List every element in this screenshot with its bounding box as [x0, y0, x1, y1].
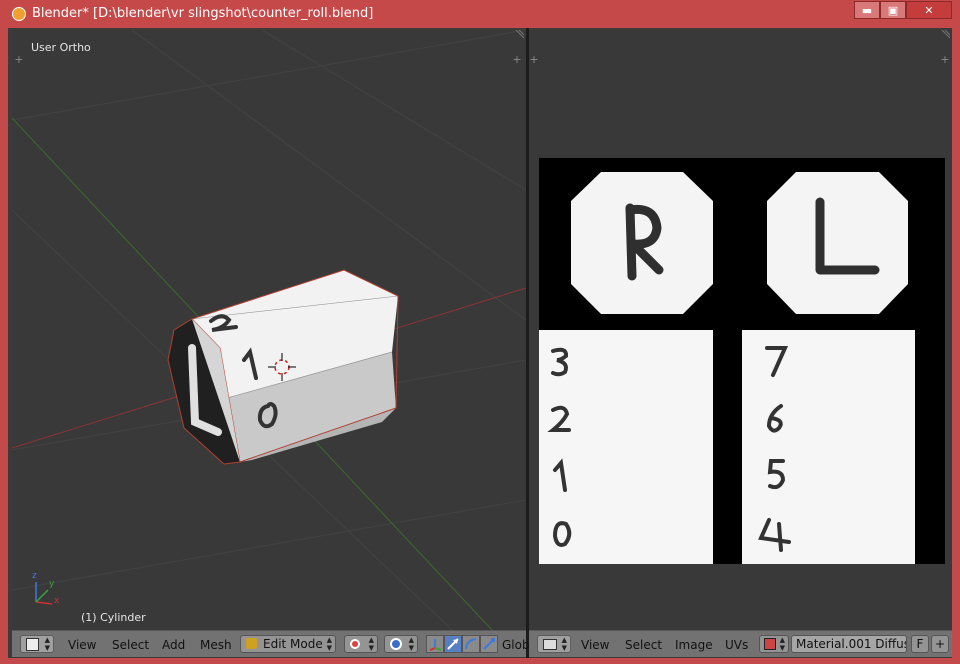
gizmo-y-label: y: [49, 579, 55, 589]
maximize-button[interactable]: ▣: [880, 1, 906, 19]
arrow-icon: [447, 638, 459, 650]
rotate-arc-icon: [465, 638, 477, 650]
uv-menu-select[interactable]: Select: [625, 638, 662, 652]
menu-select[interactable]: Select: [112, 638, 149, 652]
manipulator-toggle-button[interactable]: [426, 635, 444, 653]
scale-icon: [483, 638, 495, 650]
image-name-label: Material.001 Diffus...: [796, 637, 906, 651]
chevron-updown-icon: ▲ ▼: [561, 636, 567, 652]
uv-menu-view[interactable]: View: [581, 638, 609, 652]
chevron-updown-icon: ▲ ▼: [408, 636, 414, 652]
object-label: (1) Cylinder: [81, 611, 146, 624]
right-number-panel: [742, 330, 915, 564]
image-browse-icon: [764, 638, 776, 650]
3d-viewport[interactable]: z x y User Ortho (1) Cylinder + +: [12, 30, 526, 630]
chevron-updown-icon: ▲ ▼: [326, 636, 332, 652]
menu-add[interactable]: Add: [162, 638, 185, 652]
l-emblem-octagon: [767, 172, 908, 314]
gizmo-z-label: z: [32, 571, 37, 581]
mode-select[interactable]: Edit Mode ▲ ▼: [240, 635, 336, 653]
uv-editor-type-button[interactable]: ▲ ▼: [537, 635, 571, 653]
pivot-icon: [350, 639, 360, 649]
window-controls: ▬ ▣ ✕: [854, 1, 952, 20]
area-split-corner-icon[interactable]: [514, 30, 524, 40]
gizmo-x-label: x: [54, 596, 60, 606]
uv-editor-header: ▲ ▼ View Select Image UVs ▲ ▼ Material.001…: [529, 630, 952, 657]
shading-select[interactable]: ▲ ▼: [384, 635, 418, 653]
close-button[interactable]: ✕: [906, 1, 952, 19]
chevron-updown-icon: ▲ ▼: [779, 636, 785, 652]
uv-menu-uvs[interactable]: UVs: [725, 638, 748, 652]
cube-icon: [26, 638, 39, 651]
properties-toggle-icon[interactable]: +: [512, 54, 522, 65]
uv-menu-image[interactable]: Image: [675, 638, 713, 652]
blender-app-icon[interactable]: [12, 7, 26, 21]
window-titlebar: Blender* [D:\blender\vr slingshot\counte…: [0, 0, 960, 28]
uv-properties-toggle-icon[interactable]: +: [940, 54, 950, 65]
toolshelf-toggle-icon[interactable]: +: [14, 54, 24, 65]
uv-image-editor[interactable]: + +: [529, 30, 952, 630]
uv-image-canvas: [539, 158, 945, 564]
image-name-field[interactable]: Material.001 Diffus...: [791, 635, 907, 653]
shading-sphere-icon: [390, 638, 402, 650]
fake-user-label: F: [916, 637, 924, 651]
chevron-updown-icon: ▲ ▼: [44, 636, 50, 652]
new-image-button[interactable]: +: [931, 635, 949, 653]
rotate-manipulator-button[interactable]: [462, 635, 480, 653]
translate-manipulator-button[interactable]: [444, 635, 462, 653]
window-title: Blender* [D:\blender\vr slingshot\counte…: [32, 6, 374, 21]
scale-manipulator-button[interactable]: [480, 635, 498, 653]
transform-orientation-select[interactable]: Glob: [502, 638, 530, 652]
image-browse-button[interactable]: ▲ ▼: [759, 635, 789, 653]
cylinder-mesh[interactable]: [167, 269, 399, 465]
image-editor-icon: [543, 639, 557, 650]
blender-main-area: z x y User Ortho (1) Cylinder + + + + ▲ …: [8, 28, 952, 658]
manipulator-icon: [429, 639, 442, 651]
3d-view-header: ▲ ▼ View Select Add Mesh Edit Mode ▲ ▼ ▲ ▼ …: [12, 630, 530, 657]
texture-gap: [713, 158, 742, 564]
viewport-scene: [12, 30, 526, 630]
minimize-button[interactable]: ▬: [854, 1, 880, 19]
mode-label: Edit Mode: [263, 637, 323, 651]
edit-mode-icon: [246, 638, 257, 649]
menu-mesh[interactable]: Mesh: [200, 638, 232, 652]
fake-user-button[interactable]: F: [911, 635, 929, 653]
chevron-updown-icon: ▲ ▼: [368, 636, 374, 652]
menu-view[interactable]: View: [68, 638, 96, 652]
view-label: User Ortho: [31, 41, 91, 54]
plus-icon: +: [934, 637, 946, 651]
uv-toolshelf-toggle-icon[interactable]: +: [529, 54, 539, 65]
editor-type-button[interactable]: ▲ ▼: [20, 635, 54, 653]
pivot-point-select[interactable]: ▲ ▼: [344, 635, 378, 653]
uv-area-split-corner-icon[interactable]: [940, 30, 950, 40]
